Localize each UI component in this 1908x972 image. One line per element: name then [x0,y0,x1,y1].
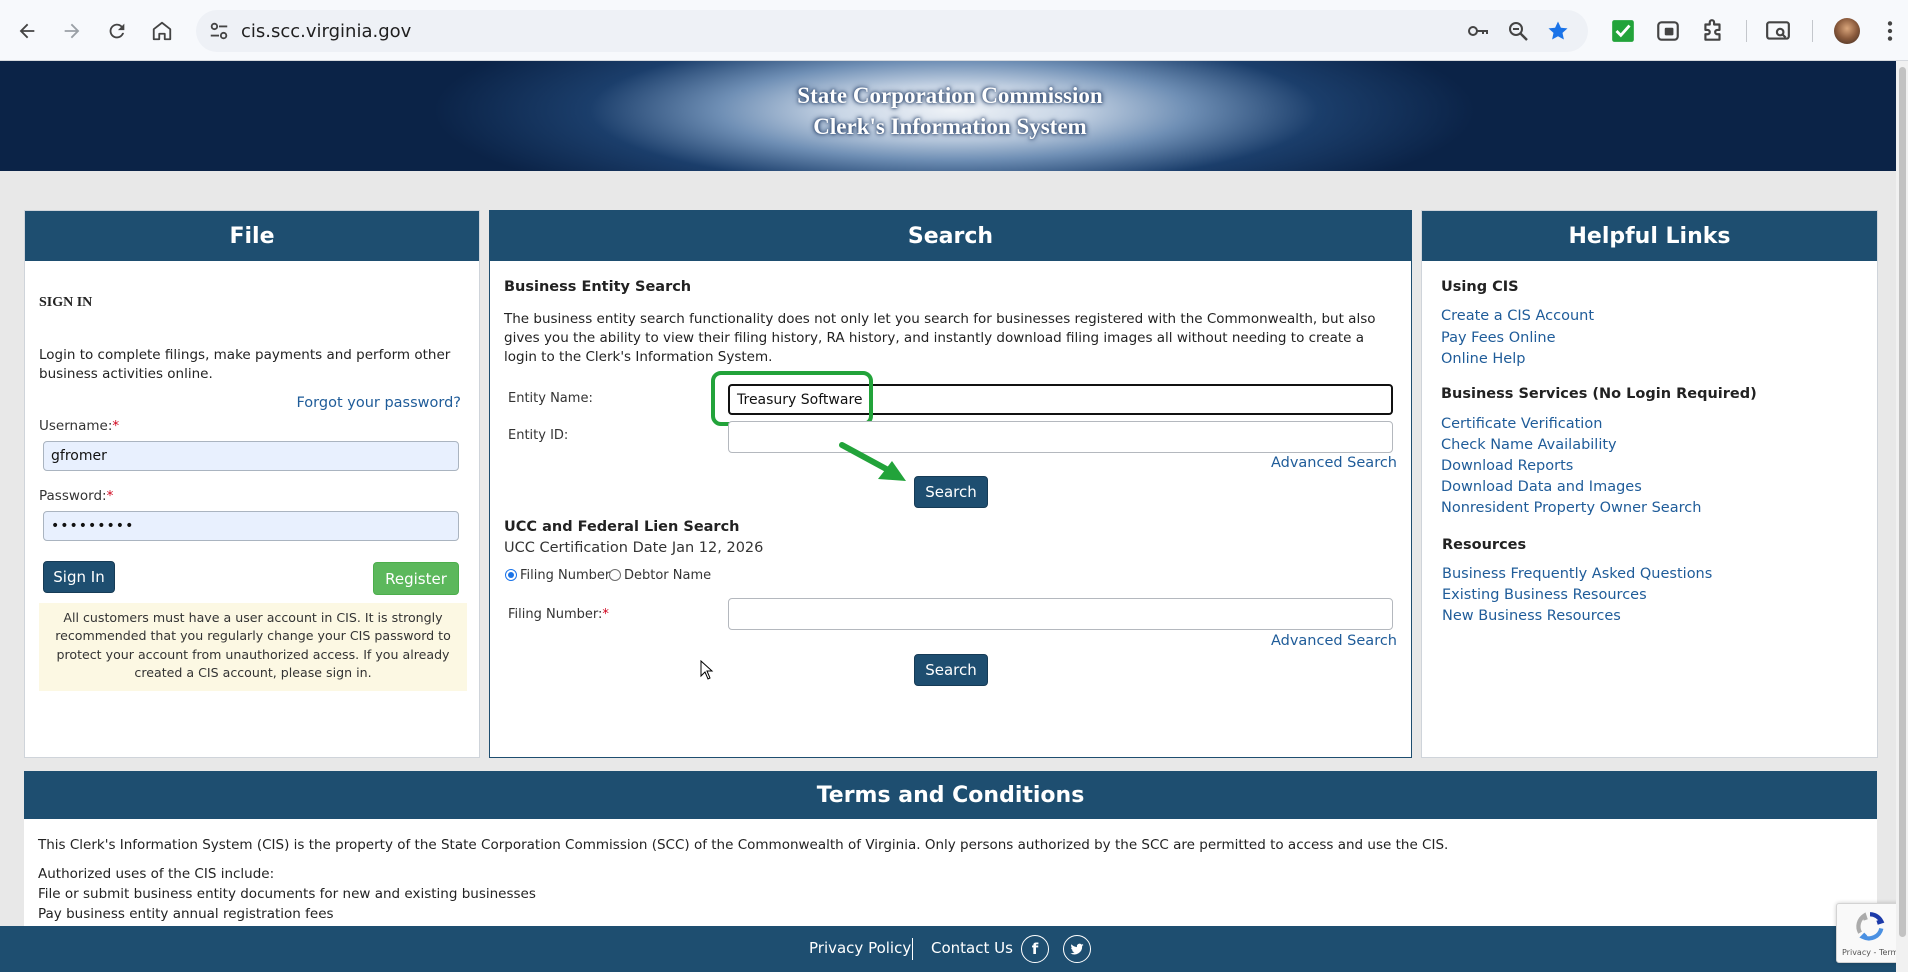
facebook-glyph: f [1031,940,1039,958]
authorized-use-item: File or submit business entity documents… [38,886,536,902]
helpful-links-panel: Helpful Links Using CIS Create a CIS Acc… [1421,210,1878,758]
recaptcha-terms: Privacy - Terms [1842,948,1903,957]
forward-button[interactable] [55,14,89,48]
twitter-icon[interactable] [1063,935,1091,963]
download-data-images-link[interactable]: Download Data and Images [1441,479,1642,495]
download-reports-link[interactable]: Download Reports [1441,458,1573,474]
ucc-search-heading: UCC and Federal Lien Search [504,519,740,535]
business-entity-search-description: The business entity search functionality… [504,311,1376,365]
search-panel-title: Search [490,211,1411,261]
file-panel-title: File [25,211,479,261]
using-cis-heading: Using CIS [1441,279,1519,295]
toolbar-divider [1746,20,1747,42]
browser-toolbar: cis.scc.virginia.gov [0,0,1908,61]
banner-title: State Corporation Commission [797,83,1103,108]
home-button[interactable] [145,14,179,48]
existing-business-resources-link[interactable]: Existing Business Resources [1442,587,1647,603]
advanced-search-link[interactable]: Advanced Search [1271,455,1397,471]
back-icon [19,23,35,39]
register-button[interactable]: Register [373,562,459,595]
menu-icon[interactable] [1882,18,1898,44]
terms-section: Terms and Conditions This Clerk's Inform… [24,771,1877,929]
facebook-icon[interactable]: f [1021,935,1049,963]
back-button[interactable] [10,14,44,48]
key-icon[interactable] [1466,19,1490,43]
filing-number-radio-label: Filing Number [520,568,611,583]
check-name-availability-link[interactable]: Check Name Availability [1441,437,1617,453]
resources-heading: Resources [1442,537,1527,553]
create-account-link[interactable]: Create a CIS Account [1441,308,1594,324]
filing-number-input[interactable] [728,598,1393,630]
entity-search-button[interactable]: Search [914,476,988,508]
password-label: Password:* [39,488,114,504]
home-icon [152,21,172,41]
nonresident-property-owner-link[interactable]: Nonresident Property Owner Search [1441,500,1701,516]
business-entity-search-heading: Business Entity Search [504,279,692,295]
green-highlight-box [711,371,873,426]
bookmark-star-icon[interactable] [1546,19,1570,43]
helpful-links-title: Helpful Links [1422,211,1877,261]
password-field[interactable]: ••••••••• [43,511,459,541]
filing-number-label: Filing Number:* [508,607,609,622]
tab-search-icon[interactable] [1765,18,1791,44]
sign-in-button[interactable]: Sign In [43,561,115,593]
profile-avatar[interactable] [1834,18,1860,44]
scc-banner: State Corporation Commission Clerk's Inf… [0,61,1908,171]
forgot-password-link[interactable]: Forgot your password? [296,395,461,411]
recaptcha-icon [1856,912,1885,941]
site-info-icon[interactable] [208,20,230,42]
pay-fees-link[interactable]: Pay Fees Online [1441,330,1556,346]
scrollbar-thumb[interactable] [1899,67,1906,937]
contact-us-link[interactable]: Contact Us [931,939,1013,957]
zoom-icon[interactable] [1506,19,1530,43]
puzzle-icon[interactable] [1700,18,1726,44]
sign-in-intro: Login to complete filings, make payments… [39,347,451,382]
banner-subtitle: Clerk's Information System [813,114,1087,139]
ucc-search-button[interactable]: Search [914,654,988,686]
authorized-uses-heading: Authorized uses of the CIS include: [38,866,275,882]
search-panel: Search Business Entity Search The busine… [489,210,1412,758]
file-panel: File SIGN IN Login to complete filings, … [24,210,480,758]
advanced-search-link-ucc[interactable]: Advanced Search [1271,633,1397,649]
username-label: Username:* [39,418,120,434]
reload-icon [109,23,125,39]
username-field[interactable]: gfromer [43,441,459,471]
new-business-resources-link[interactable]: New Business Resources [1442,608,1621,624]
reload-button[interactable] [100,14,134,48]
mouse-cursor-icon [700,660,714,680]
entity-id-label: Entity ID: [508,428,569,443]
forward-icon [64,23,80,39]
toolbar-divider [1812,20,1813,42]
green-arrow-annotation [839,442,906,481]
url-text: cis.scc.virginia.gov [241,21,412,42]
authorized-use-item: Pay business entity annual registration … [38,906,334,922]
entity-id-input[interactable] [728,421,1393,453]
privacy-policy-link[interactable]: Privacy Policy [809,939,911,957]
address-bar[interactable]: cis.scc.virginia.gov [196,10,1588,52]
extension-icon[interactable] [1655,18,1681,44]
business-faq-link[interactable]: Business Frequently Asked Questions [1442,566,1712,582]
twitter-bird-icon [1070,943,1084,955]
certificate-verification-link[interactable]: Certificate Verification [1441,416,1602,432]
debtor-name-radio-label: Debtor Name [624,568,712,583]
checkmark-extension-icon[interactable] [1610,18,1636,44]
footer-divider [912,938,913,960]
online-help-link[interactable]: Online Help [1441,351,1525,367]
filing-number-radio[interactable] [505,569,517,581]
page-scrollbar[interactable] [1896,61,1908,972]
page-footer: Privacy Policy Contact Us f [0,926,1908,972]
account-notice: All customers must have a user account i… [39,603,467,691]
entity-name-label: Entity Name: [508,391,593,406]
business-services-heading: Business Services (No Login Required) [1441,386,1757,402]
sign-in-heading: SIGN IN [39,295,93,310]
terms-paragraph: This Clerk's Information System (CIS) is… [38,837,1449,853]
ucc-certification-date: UCC Certification Date Jan 12, 2026 [504,540,764,556]
terms-title: Terms and Conditions [24,771,1877,819]
debtor-name-radio[interactable] [609,569,621,581]
